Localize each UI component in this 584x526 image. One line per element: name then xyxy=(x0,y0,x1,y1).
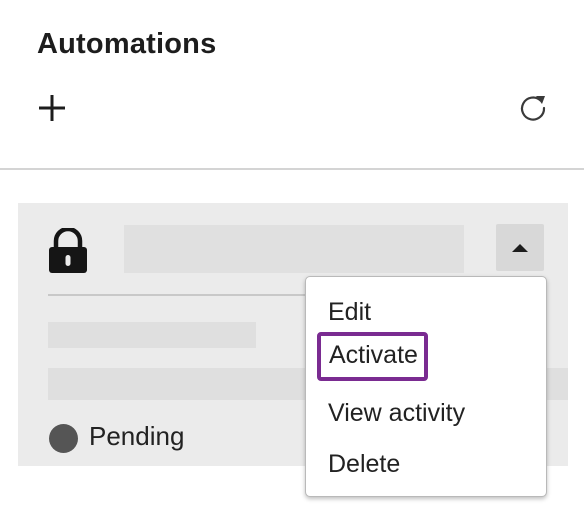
refresh-button[interactable] xyxy=(514,89,552,127)
page-title: Automations xyxy=(37,28,217,60)
menu-item-activate-label: Activate xyxy=(329,341,418,369)
status-label: Pending xyxy=(89,421,185,451)
plus-icon xyxy=(39,95,65,121)
status-indicator-dot xyxy=(49,424,78,453)
card-action-menu: Edit Activate View activity Delete xyxy=(305,276,547,497)
menu-item-edit[interactable]: Edit xyxy=(328,295,371,329)
refresh-icon xyxy=(520,96,546,121)
automations-panel: Automations Pending Edit Activate View a… xyxy=(0,0,584,526)
content-placeholder-short xyxy=(48,322,256,348)
lock-icon xyxy=(48,226,88,274)
caret-up-icon xyxy=(512,243,528,252)
add-automation-button[interactable] xyxy=(34,90,70,126)
card-menu-toggle-button[interactable] xyxy=(496,224,544,271)
automation-name-placeholder xyxy=(124,225,464,273)
menu-item-delete[interactable]: Delete xyxy=(328,447,400,481)
card-divider xyxy=(48,294,310,296)
panel-header: Automations xyxy=(0,0,584,170)
menu-item-view-activity[interactable]: View activity xyxy=(328,396,465,430)
menu-item-activate[interactable]: Activate xyxy=(317,332,428,381)
